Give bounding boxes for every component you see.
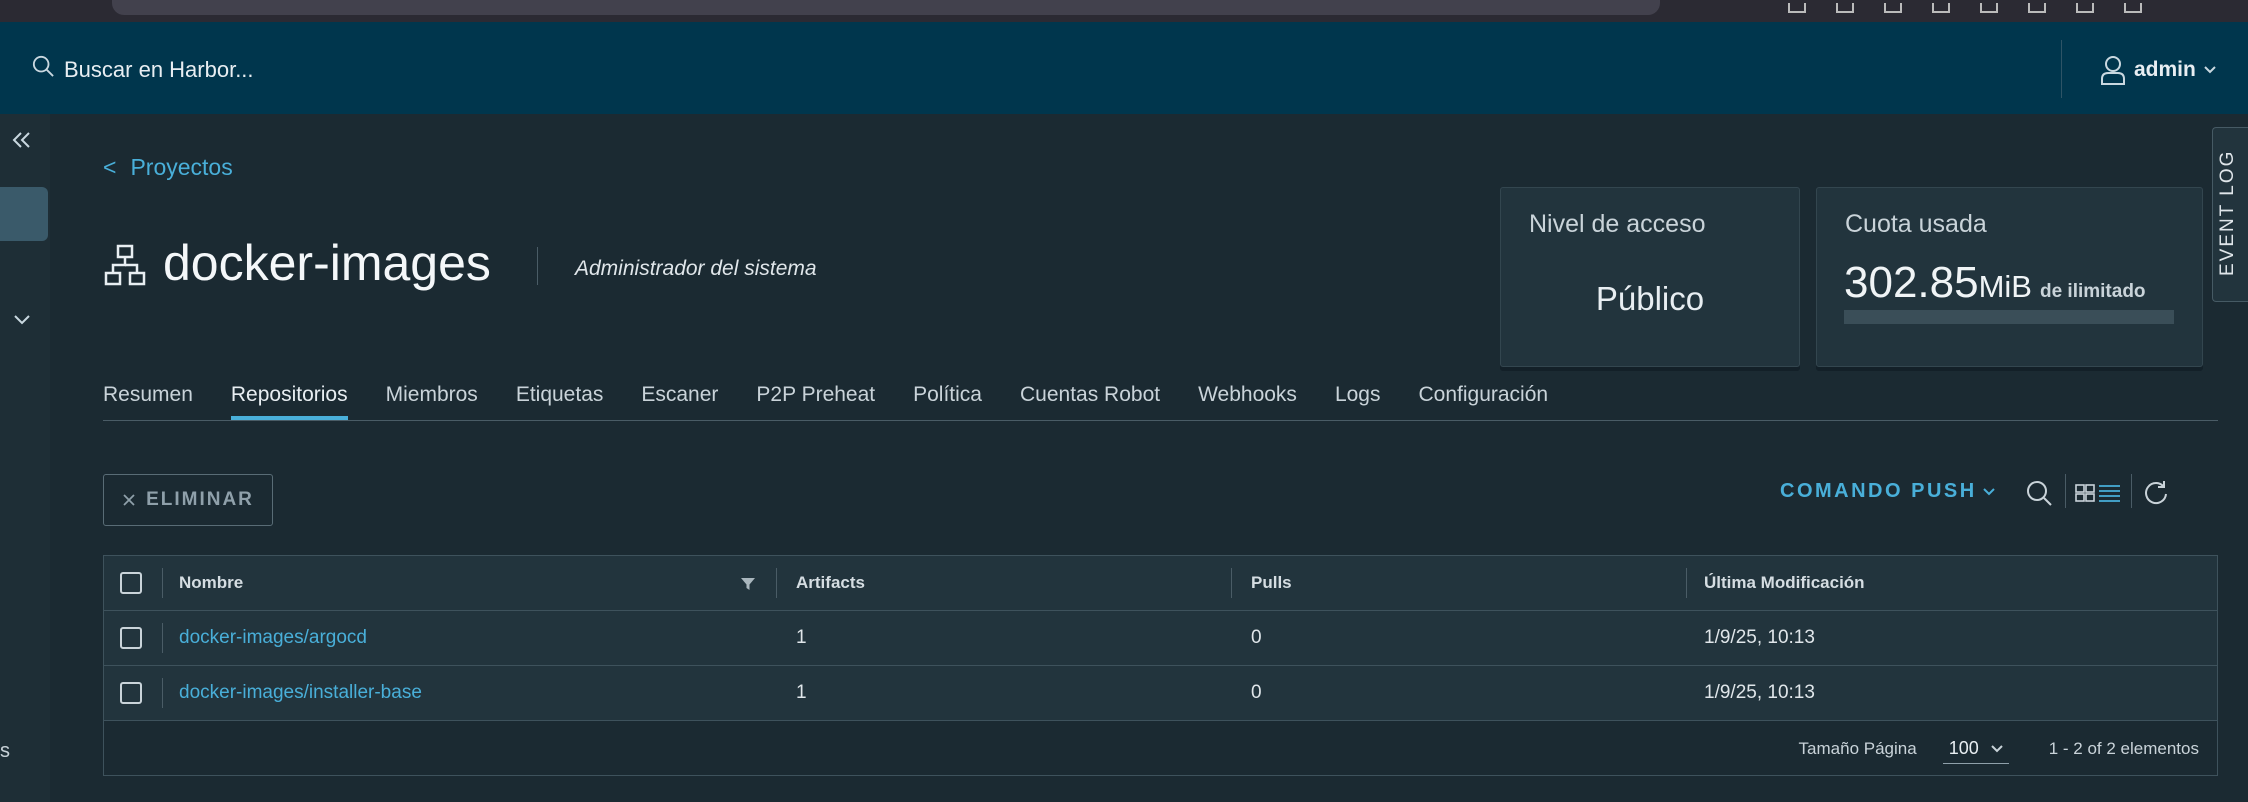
column-header-pulls[interactable]: Pulls [1251,556,1292,610]
tab-pol-tica[interactable]: Política [913,383,982,420]
tab-resumen[interactable]: Resumen [103,383,193,420]
repositories-table: Nombre Artifacts Pulls Última Modificaci… [103,555,2218,776]
tab-p2p-preheat[interactable]: P2P Preheat [756,383,875,420]
browser-url-bar[interactable] [112,0,1660,15]
column-separator [162,568,163,598]
quota-limit: de ilimitado [2039,281,2146,302]
sidebar-truncated-label: s [0,740,10,762]
page-size-value: 100 [1948,738,1979,758]
user-menu[interactable]: admin [2100,52,2216,88]
tab-cuentas-robot[interactable]: Cuentas Robot [1020,383,1160,420]
table-row: docker-images/argocd 1 0 1/9/25, 10:13 [104,611,2217,666]
user-icon [2101,56,2125,85]
row-checkbox[interactable] [120,682,142,704]
quota-value: 302.85MiB de ilimitado [1844,258,2146,308]
header-divider [2061,40,2062,98]
push-command-dropdown[interactable]: COMANDO PUSH [1780,480,1995,503]
access-level-value: Público [1595,280,1705,317]
tab-repositorios[interactable]: Repositorios [230,383,348,420]
quota-amount: 302.85 [1844,258,1979,307]
page-title: docker-images [163,235,491,291]
column-separator [162,623,163,653]
browser-extension-icons [1788,0,2208,13]
browser-toolbar [0,0,2248,22]
column-separator [162,678,163,708]
user-name: admin [2134,58,2196,81]
double-chevron-left-icon[interactable] [10,128,34,152]
chevron-left-icon: < [103,154,117,180]
refresh-icon[interactable] [2142,479,2170,507]
chevron-down-icon [2204,66,2216,74]
access-level-card: Nivel de acceso Público [1500,187,1800,367]
table-header-row: Nombre Artifacts Pulls Última Modificaci… [104,556,2217,611]
search-icon[interactable] [32,55,54,77]
pulls-cell: 0 [1251,627,1262,648]
table-footer: Tamaño Página 100 1 - 2 of 2 elementos [104,722,2217,776]
column-header-artifacts[interactable]: Artifacts [796,556,865,610]
search-icon[interactable] [2025,479,2053,507]
row-checkbox[interactable] [120,627,142,649]
global-search-input[interactable] [62,54,566,86]
tab-configuraci-n[interactable]: Configuración [1418,383,1548,420]
tab-escaner[interactable]: Escaner [641,383,718,420]
sidebar-item-projects-active[interactable] [0,187,48,241]
delete-button[interactable]: ELIMINAR [103,474,273,526]
chevron-down-icon [1982,487,1995,495]
push-command-label: COMANDO PUSH [1780,480,1977,502]
pulls-cell: 0 [1251,682,1262,703]
row-select-cell [120,611,142,665]
event-log-label: EVENT LOG [2217,149,2238,276]
quota-card: Cuota usada 302.85MiB de ilimitado [1816,187,2203,367]
chevron-down-icon [1991,744,2003,752]
repo-name-link[interactable]: docker-images/installer-base [179,682,422,704]
page-size-label: Tamaño Página [1798,739,1917,758]
column-separator [1686,568,1687,598]
page-size-select[interactable]: 100 [1942,734,2009,764]
delete-button-label: ELIMINAR [146,489,254,510]
tab-webhooks[interactable]: Webhooks [1198,383,1297,420]
column-separator [1231,568,1232,598]
repo-name-cell: docker-images/argocd [179,611,367,665]
select-all-checkbox[interactable] [120,572,142,594]
chevron-down-icon[interactable] [12,310,32,330]
quota-progress-bar [1844,310,2174,324]
last-modified-cell: 1/9/25, 10:13 [1704,627,1815,648]
last-modified-cell: 1/9/25, 10:13 [1704,682,1815,703]
repo-name-cell: docker-images/installer-base [179,666,422,720]
user-role-label: Administrador del sistema [575,257,817,280]
back-link-label: Proyectos [130,154,233,180]
back-to-projects-link[interactable]: < Proyectos [103,154,233,181]
quota-label: Cuota usada [1845,210,1987,238]
artifacts-cell: 1 [796,627,807,648]
title-divider [537,247,538,285]
column-separator [776,568,777,598]
tab-logs[interactable]: Logs [1335,383,1381,420]
toolbar-divider [2131,474,2132,508]
close-icon [123,494,135,506]
view-toggle-icon[interactable] [2075,482,2121,504]
toolbar-divider [2065,474,2066,508]
project-tabs: Resumen Repositorios Miembros Etiquetas Esca… [103,383,2218,421]
row-select-cell [120,666,142,720]
tab-miembros[interactable]: Miembros [386,383,478,420]
column-header-name[interactable]: Nombre [179,556,243,610]
repo-name-link[interactable]: docker-images/argocd [179,627,367,649]
project-hierarchy-icon [104,244,146,286]
access-level-label: Nivel de acceso [1529,210,1706,238]
table-row: docker-images/installer-base 1 0 1/9/25,… [104,666,2217,721]
event-log-tab[interactable]: EVENT LOG [2212,127,2248,302]
quota-unit: MiB [1978,269,2032,304]
tab-etiquetas[interactable]: Etiquetas [516,383,604,420]
filter-icon[interactable] [740,576,756,592]
select-all-cell [120,556,142,610]
pagination-total: 1 - 2 of 2 elementos [2048,739,2199,758]
artifacts-cell: 1 [796,682,807,703]
column-header-last-modified[interactable]: Última Modificación [1704,556,1865,610]
